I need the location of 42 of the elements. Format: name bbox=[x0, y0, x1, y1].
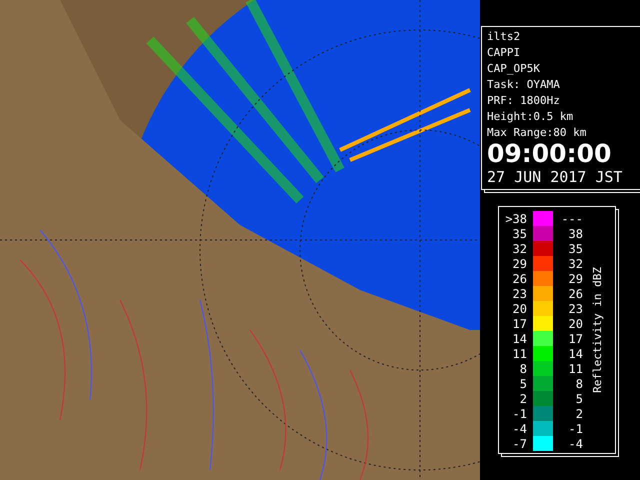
legend-value: 11 bbox=[568, 362, 583, 376]
date-text: 27 JUN 2017 JST bbox=[487, 167, 624, 187]
legend-value: 35 bbox=[568, 242, 583, 256]
legend-value: 23 bbox=[512, 286, 527, 300]
info-text: CAPPI bbox=[487, 45, 522, 61]
legend-title: Reflectivity in dBZ bbox=[591, 267, 604, 393]
legend-value: 17 bbox=[512, 316, 527, 330]
legend-value: 32 bbox=[512, 242, 527, 256]
legend-value: 2 bbox=[574, 406, 583, 420]
info-text: Max Range:80 km bbox=[487, 125, 588, 141]
time-text: 09:00:00 bbox=[487, 141, 612, 167]
info-text: Task: OYAMA bbox=[487, 77, 561, 93]
legend-value: -7 bbox=[512, 436, 527, 450]
legend-value: 32 bbox=[568, 256, 583, 270]
legend-value: 23 bbox=[568, 302, 583, 316]
legend-value: --- bbox=[560, 212, 583, 226]
legend-value: 29 bbox=[512, 256, 527, 270]
legend-value: 8 bbox=[518, 362, 527, 376]
legend-value: 8 bbox=[574, 376, 583, 390]
legend-value: -1 bbox=[512, 406, 527, 420]
legend-value: 20 bbox=[512, 302, 527, 316]
legend-value: 29 bbox=[568, 272, 583, 286]
legend-value: 26 bbox=[568, 286, 583, 300]
legend-value: 17 bbox=[568, 332, 583, 346]
legend-value: 14 bbox=[512, 332, 527, 346]
info-text: CAP_OP5K bbox=[487, 61, 541, 77]
legend-value: 38 bbox=[568, 226, 583, 240]
legend-value: 5 bbox=[518, 376, 527, 390]
info-text: PRF: 1800Hz bbox=[487, 93, 561, 109]
legend-value: 26 bbox=[512, 272, 527, 286]
legend-value: -4 bbox=[568, 436, 583, 450]
legend-value: 11 bbox=[512, 346, 527, 360]
legend-value: 14 bbox=[568, 346, 583, 360]
legend-value: -4 bbox=[512, 422, 527, 436]
legend-value: -1 bbox=[568, 422, 583, 436]
legend-value: 2 bbox=[518, 392, 527, 406]
legend-value: 35 bbox=[512, 226, 527, 240]
legend-value: >38 bbox=[504, 212, 527, 226]
info-text: Height:0.5 km bbox=[487, 109, 574, 125]
legend-value: 5 bbox=[574, 392, 583, 406]
legend-value: 20 bbox=[568, 316, 583, 330]
info-text: ilts2 bbox=[487, 29, 522, 45]
